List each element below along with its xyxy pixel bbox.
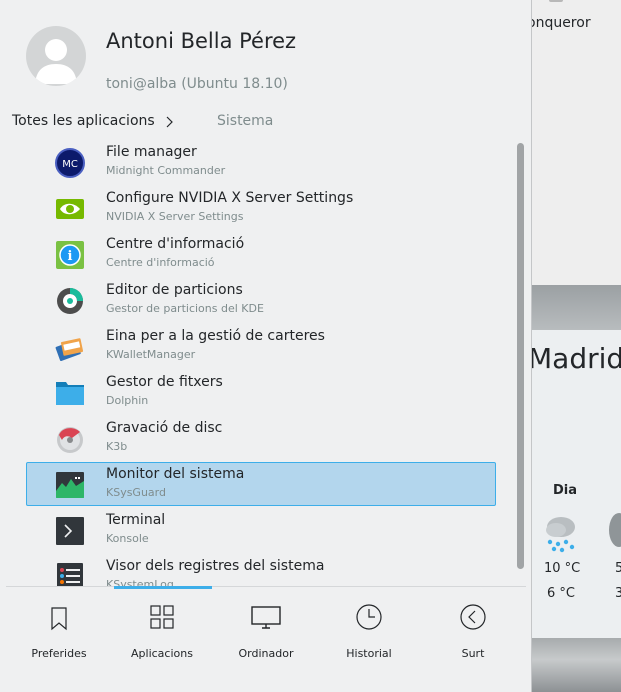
tab-applications[interactable]: Aplicacions: [117, 600, 207, 670]
cloud-icon: [609, 513, 621, 547]
svg-text:i: i: [68, 249, 73, 264]
app-item-kwallet[interactable]: Eina per a la gestió de carteres KWallet…: [26, 324, 496, 368]
computer-monitor-icon: [251, 606, 281, 629]
app-description: NVIDIA X Server Settings: [106, 210, 244, 223]
tab-label: Surt: [461, 647, 485, 660]
app-name: Gravació de disc: [106, 420, 223, 436]
background-window-icon: [549, 0, 563, 2]
app-name: Monitor del sistema: [106, 466, 245, 482]
background-window-title: onqueror: [527, 15, 591, 31]
weather-next-low: 3: [615, 586, 621, 601]
app-item-dolphin[interactable]: Gestor de fitxers Dolphin: [26, 370, 496, 414]
app-item-nvidia-settings[interactable]: Configure NVIDIA X Server Settings NVIDI…: [26, 186, 496, 230]
weather-high-temp: 10 °C: [544, 561, 581, 576]
app-name: Editor de particions: [106, 282, 243, 298]
weather-low-temp: 6 °C: [547, 586, 575, 601]
app-name: Gestor de fitxers: [106, 374, 223, 390]
app-item-system-monitor[interactable]: Monitor del sistema KSysGuard: [26, 462, 496, 506]
nvidia-icon: [56, 199, 84, 219]
svg-text:MC: MC: [62, 159, 78, 170]
user-host: toni@alba (Ubuntu 18.10): [106, 76, 288, 92]
active-tab-indicator: [114, 586, 212, 589]
app-item-ksystemlog[interactable]: Visor dels registres del sistema KSystem…: [26, 554, 496, 587]
applications-grid-icon: [150, 605, 174, 629]
tab-computer[interactable]: Ordinador: [221, 600, 311, 670]
app-list-scrollbar[interactable]: [517, 143, 524, 569]
tab-history[interactable]: Historial: [324, 600, 414, 670]
breadcrumb-root[interactable]: Totes les aplicacions: [12, 113, 155, 129]
app-description: Gestor de particions del KDE: [106, 302, 264, 315]
app-name: File manager: [106, 144, 197, 160]
app-item-k3b[interactable]: Gravació de disc K3b: [26, 416, 496, 460]
info-center-icon: i: [56, 241, 84, 269]
cloud-snow-icon: [546, 517, 575, 553]
app-item-konsole[interactable]: Terminal Konsole: [26, 508, 496, 552]
tab-favorites[interactable]: Preferides: [14, 600, 104, 670]
app-description: Midnight Commander: [106, 164, 226, 177]
terminal-icon: [56, 517, 84, 545]
app-item-file-manager[interactable]: MC File manager Midnight Commander: [26, 140, 496, 184]
wallpaper-strip: [531, 285, 621, 330]
clock-icon: [356, 604, 382, 630]
app-name: Visor dels registres del sistema: [106, 558, 325, 574]
app-description: Centre d'informació: [106, 256, 215, 269]
system-log-icon: [57, 563, 83, 587]
app-description: KWalletManager: [106, 348, 196, 361]
weather-next-high: 5: [615, 561, 621, 576]
user-avatar-icon[interactable]: [26, 26, 86, 86]
application-launcher: Antoni Bella Pérez toni@alba (Ubuntu 18.…: [0, 0, 532, 692]
app-item-partition-editor[interactable]: Editor de particions Gestor de particion…: [26, 278, 496, 322]
app-name: Configure NVIDIA X Server Settings: [106, 190, 354, 206]
tab-label: Ordinador: [238, 647, 294, 660]
app-description: Dolphin: [106, 394, 149, 407]
breadcrumb-current[interactable]: Sistema: [217, 113, 273, 129]
app-name: Centre d'informació: [106, 236, 245, 252]
app-name: Eina per a la gestió de carteres: [106, 328, 325, 344]
chevron-right-icon: [166, 116, 173, 128]
app-description: Konsole: [106, 532, 149, 545]
app-description: K3b: [106, 440, 128, 453]
app-description: KSysGuard: [106, 486, 166, 499]
k3b-disc-icon: [57, 427, 83, 453]
bookmark-icon: [51, 607, 67, 631]
tab-label: Preferides: [31, 647, 87, 660]
folder-icon: [56, 382, 84, 405]
user-full-name: Antoni Bella Pérez: [106, 29, 297, 53]
weather-city: Madrid: [528, 342, 621, 375]
tab-bar-divider: [6, 586, 526, 587]
app-name: Terminal: [106, 512, 166, 528]
midnight-commander-icon: MC: [55, 148, 85, 178]
background-window: [531, 0, 621, 285]
wallpaper-bottom: [531, 638, 621, 692]
kwallet-icon: [55, 338, 84, 361]
tab-label: Aplicacions: [131, 647, 193, 660]
partition-manager-icon: [57, 288, 83, 314]
leave-icon: [460, 604, 486, 630]
tab-label: Historial: [346, 647, 392, 660]
app-list: MC File manager Midnight Commander Confi…: [0, 140, 512, 587]
system-monitor-icon: [56, 472, 84, 498]
tab-leave[interactable]: Surt: [428, 600, 518, 670]
weather-day-label: Dia: [553, 483, 578, 498]
scrollbar-thumb[interactable]: [517, 143, 524, 569]
weather-widget: Madrid Dia 10 °C 6 °C 5 3: [528, 330, 621, 638]
app-item-info-center[interactable]: i Centre d'informació Centre d'informaci…: [26, 232, 496, 276]
